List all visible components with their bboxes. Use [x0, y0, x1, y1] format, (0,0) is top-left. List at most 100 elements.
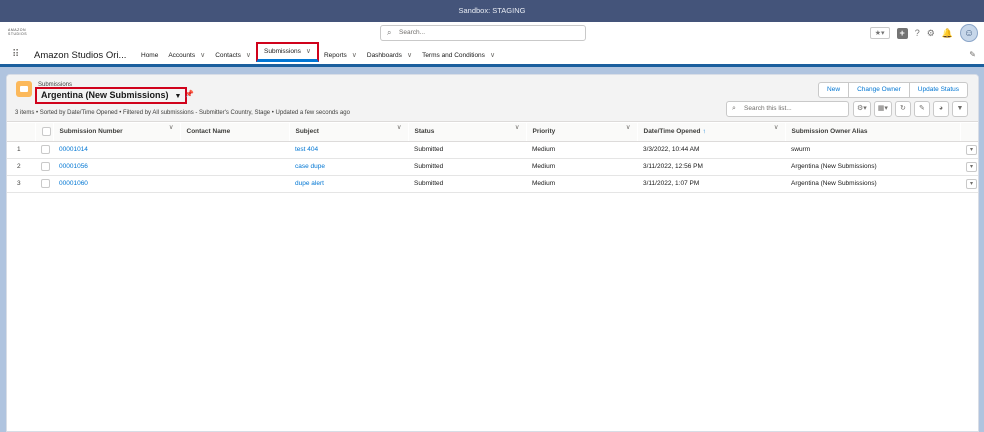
- contact-name-cell: [180, 175, 289, 193]
- column-header-submission-number[interactable]: Submission Number ∨: [53, 123, 180, 142]
- date-opened-cell: 3/11/2022, 12:56 PM: [637, 158, 785, 176]
- global-search-input[interactable]: ⌕ Search...: [380, 25, 586, 41]
- row-number: 2: [7, 158, 35, 176]
- chevron-down-icon[interactable]: ∨: [626, 123, 631, 131]
- action-buttons: New Change Owner Update Status: [818, 82, 968, 98]
- row-actions-dropdown-icon[interactable]: ▾: [966, 161, 977, 172]
- row-actions-dropdown-icon[interactable]: ▾: [966, 144, 977, 155]
- row-checkbox-cell: [35, 158, 53, 176]
- row-checkbox-cell: [35, 175, 53, 193]
- row-number: 1: [7, 141, 35, 159]
- row-checkbox[interactable]: [41, 179, 50, 188]
- priority-cell: Medium: [526, 175, 637, 193]
- select-all-checkbox[interactable]: [41, 127, 51, 137]
- global-header: AMAZON STUDIOS ⌕ Search... ★▾ + ? ⚙ 🔔 ☺: [0, 22, 984, 44]
- chevron-down-icon[interactable]: ∨: [169, 123, 174, 131]
- subject-link[interactable]: test 404: [289, 141, 408, 159]
- charts-pie-icon[interactable]: ◕: [932, 101, 949, 117]
- nav-item-accounts[interactable]: Accounts ∨: [163, 44, 210, 67]
- column-header-priority[interactable]: Priority ∨: [526, 123, 637, 142]
- owner-alias-cell: Argentina (New Submissions): [785, 175, 960, 193]
- user-avatar[interactable]: ☺: [960, 24, 978, 42]
- column-header-date-time-opened[interactable]: Date/Time Opened ↑ ∨: [637, 123, 785, 142]
- nav-item-contacts[interactable]: Contacts ∨: [210, 44, 256, 67]
- refresh-icon[interactable]: ↻: [894, 101, 911, 117]
- table-row: 3 00001060 dupe alert Submitted Medium 3…: [7, 175, 978, 193]
- caret-down-icon: ▼: [174, 93, 182, 100]
- help-icon[interactable]: ?: [915, 28, 920, 38]
- status-cell: Submitted: [408, 175, 526, 193]
- search-icon: ⌕: [387, 28, 392, 37]
- app-name: Amazon Studios Ori...: [34, 50, 127, 61]
- filter-funnel-icon[interactable]: ▼: [951, 101, 968, 117]
- subject-link[interactable]: case dupe: [289, 158, 408, 176]
- global-add-icon[interactable]: +: [896, 27, 908, 39]
- owner-alias-cell: Argentina (New Submissions): [785, 158, 960, 176]
- submissions-object-icon: [16, 81, 32, 97]
- table-row: 1 00001014 test 404 Submitted Medium 3/3…: [7, 141, 978, 159]
- edit-list-pencil-icon[interactable]: ✎: [913, 101, 930, 117]
- row-number-header: [7, 123, 35, 142]
- sort-ascending-arrow-icon: ↑: [702, 128, 706, 136]
- submission-number-link[interactable]: 00001060: [53, 175, 180, 193]
- row-actions-cell: ▾: [960, 175, 978, 193]
- list-view-selector[interactable]: Argentina (New Submissions) ▼: [35, 87, 188, 104]
- search-icon: ⌕: [732, 105, 736, 112]
- submissions-table: Submission Number ∨ Contact Name Subject ∨…: [7, 123, 978, 193]
- column-header-submission-owner-alias[interactable]: Submission Owner Alias: [785, 123, 960, 142]
- chevron-down-icon[interactable]: ∨: [200, 52, 205, 59]
- submission-number-link[interactable]: 00001056: [53, 158, 180, 176]
- chevron-down-icon[interactable]: ∨: [352, 52, 357, 59]
- chevron-down-icon[interactable]: ∨: [774, 123, 779, 131]
- new-button[interactable]: New: [818, 82, 850, 98]
- submission-number-link[interactable]: 00001014: [53, 141, 180, 159]
- list-search-input[interactable]: ⌕ Search this list...: [726, 101, 849, 117]
- row-checkbox[interactable]: [41, 145, 50, 154]
- chevron-down-icon[interactable]: ∨: [407, 52, 412, 59]
- subject-link[interactable]: dupe alert: [289, 175, 408, 193]
- contact-name-cell: [180, 141, 289, 159]
- change-owner-button[interactable]: Change Owner: [848, 82, 910, 98]
- nav-item-dashboards[interactable]: Dashboards ∨: [362, 44, 417, 67]
- list-summary: 3 items • Sorted by Date/Time Opened • F…: [15, 110, 350, 116]
- chevron-down-icon[interactable]: ∨: [397, 123, 402, 131]
- nav-item-home[interactable]: Home: [136, 44, 163, 67]
- notifications-bell-icon[interactable]: 🔔: [942, 28, 953, 39]
- nav-item-terms-and-conditions[interactable]: Terms and Conditions ∨: [417, 44, 500, 67]
- app-navigation-bar: ⠿ Amazon Studios Ori... Home Accounts ∨ C…: [0, 42, 984, 67]
- amazon-studios-logo: AMAZON STUDIOS: [8, 28, 28, 36]
- chevron-down-icon[interactable]: ∨: [515, 123, 520, 131]
- list-search-placeholder: Search this list...: [744, 105, 792, 112]
- row-actions-cell: ▾: [960, 141, 978, 159]
- update-status-button[interactable]: Update Status: [908, 82, 968, 98]
- sandbox-banner: Sandbox: STAGING: [0, 0, 984, 22]
- pin-icon[interactable]: 📌: [185, 90, 194, 98]
- display-as-table-icon[interactable]: ▦▾: [873, 101, 892, 117]
- chevron-down-icon[interactable]: ∨: [246, 52, 251, 59]
- row-actions-header: [960, 123, 978, 142]
- select-all-checkbox-cell: [35, 123, 53, 142]
- table-row: 2 00001056 case dupe Submitted Medium 3/…: [7, 158, 978, 176]
- contact-name-cell: [180, 158, 289, 176]
- column-header-contact-name[interactable]: Contact Name: [180, 123, 289, 142]
- app-launcher-icon[interactable]: ⠿: [12, 50, 19, 60]
- table-header-row: Submission Number ∨ Contact Name Subject ∨…: [7, 123, 978, 142]
- status-cell: Submitted: [408, 141, 526, 159]
- favorites-star-icon[interactable]: ★▾: [869, 27, 890, 39]
- owner-alias-cell: swurm: [785, 141, 960, 159]
- chevron-down-icon[interactable]: ∨: [490, 52, 495, 59]
- edit-nav-pencil-icon[interactable]: ✎: [969, 50, 976, 59]
- row-checkbox[interactable]: [41, 162, 50, 171]
- priority-cell: Medium: [526, 158, 637, 176]
- setup-gear-icon[interactable]: ⚙: [927, 28, 935, 39]
- column-header-status[interactable]: Status ∨: [408, 123, 526, 142]
- column-header-subject[interactable]: Subject ∨: [289, 123, 408, 142]
- row-actions-cell: ▾: [960, 158, 978, 176]
- nav-item-submissions[interactable]: Submissions ∨: [256, 42, 319, 62]
- row-actions-dropdown-icon[interactable]: ▾: [966, 178, 977, 189]
- nav-item-reports[interactable]: Reports ∨: [319, 44, 362, 67]
- list-view-name: Argentina (New Submissions): [41, 90, 169, 100]
- list-tools: ⚙▾ ▦▾ ↻ ✎ ◕ ▼: [853, 101, 968, 117]
- list-settings-gear-icon[interactable]: ⚙▾: [853, 101, 871, 117]
- chevron-down-icon[interactable]: ∨: [306, 48, 311, 55]
